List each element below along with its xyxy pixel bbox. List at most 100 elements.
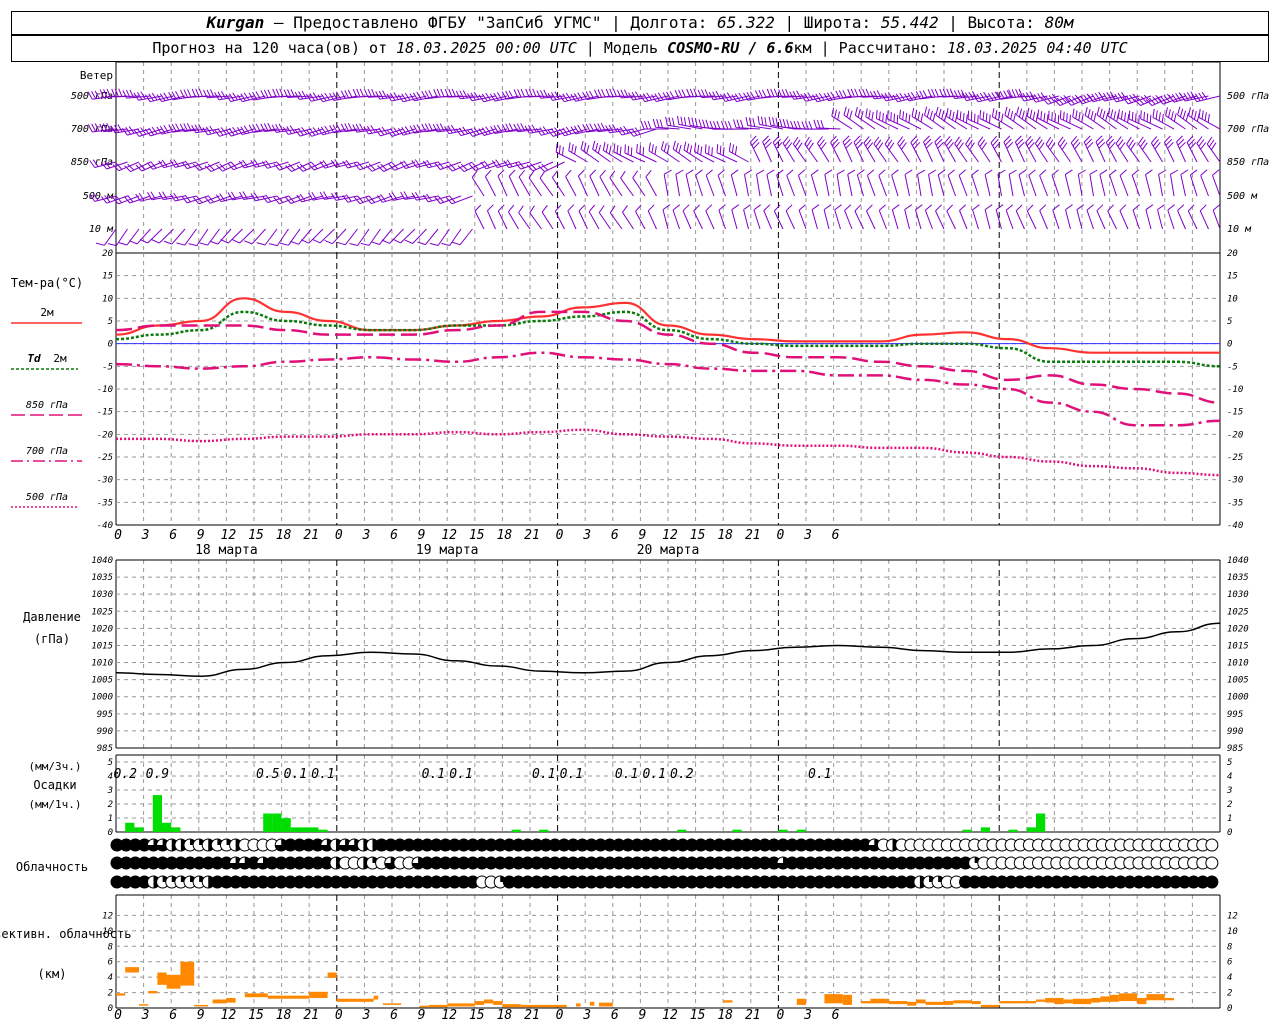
wind-barb [554,204,565,230]
temp-ytick-left: -5 [102,362,113,372]
conv-cloud-bar [194,1004,208,1007]
temp-ytick-left: -40 [97,521,113,531]
pressure-ytick-right: 985 [1227,744,1243,754]
conv-ytick-right: 4 [1227,973,1232,983]
time-tick-label: 18 [276,528,292,543]
wind-barb [541,205,554,230]
time-tick-label: 15 [690,528,706,543]
precip-bar [980,827,990,832]
conv-ytick-left: 8 [108,942,113,952]
precip-bar [290,827,300,832]
conv-cloud-bar [723,1000,733,1003]
wind-barb [662,204,671,230]
wind-barb [1200,169,1209,197]
wind-barb [1026,204,1037,230]
wind-barb [609,205,623,230]
wind-level-label-left: 10 м [89,224,114,235]
wind-barb [324,228,347,245]
wind-barb [176,228,197,246]
wind-barb [371,228,393,245]
wind-barb [847,169,856,197]
wind-barb [1115,136,1129,163]
wind-barb [1150,136,1163,163]
wind-barb [268,228,289,247]
conv-cloud-bar [1164,997,1174,1001]
wind-barb [1105,135,1117,163]
wind-barb [782,136,795,163]
wind-barb [944,135,956,163]
conv-cloud-bar [1017,1001,1036,1004]
wind-barb [135,161,163,172]
time-tick-label: 6 [832,528,840,543]
time-tick-label: 6 [832,1008,840,1023]
precip-ytick-right: 2 [1227,800,1232,810]
wind-barb [891,169,899,197]
wind-barb [1045,136,1060,163]
pressure-ytick-left: 1030 [91,590,113,600]
wind-barb [588,204,600,230]
temp-title: Тем-ра(°C) [11,276,83,290]
conv-cloud-bar [842,994,852,1005]
wind-barb [844,204,853,230]
wind-barb [1145,169,1153,197]
pressure-ytick-left: 1025 [91,607,113,617]
time-tick-label: 21 [745,1008,761,1023]
precip-title: Осадки [33,778,76,792]
wind-barb [705,169,715,197]
wind-barb [797,169,807,197]
pressure-ytick-left: 1020 [91,624,113,634]
wind-barb [749,135,761,163]
time-tick-label: 18 [497,528,513,543]
temp-ytick-right: 20 [1227,249,1238,259]
pressure-ytick-left: 985 [97,744,113,754]
wind-barb [188,228,209,247]
wind-level-label-right: 850 гПа [1227,157,1269,168]
precip-ytick-right: 4 [1227,772,1232,782]
conv-cloud-bar [971,1001,981,1005]
precip-label: 0.1 [284,767,307,782]
cloud-octa-symbol [1205,856,1219,870]
wind-barb [762,135,772,163]
conv-ytick-left: 10 [102,927,113,937]
precip-bar [778,829,788,832]
wind-level-label-left: 850 гПа [71,157,113,168]
wind-barb [1137,136,1152,163]
wind-barb [1057,136,1071,163]
conv-cloud-bar [1054,997,1064,1005]
wind-barb [1167,204,1175,230]
wind-barb [776,169,784,197]
wind-barb [158,159,186,169]
conv-cloud-bar [1100,996,1110,1002]
pressure-ytick-right: 990 [1227,727,1243,737]
pressure-ytick-left: 1000 [91,693,113,703]
precip-bar [281,818,291,832]
precip-ytick-right: 1 [1227,814,1232,824]
precip-bar [1008,829,1018,832]
conv-cloud-bar [1137,997,1147,1005]
wind-barb [730,169,739,197]
precip-unit-1h: (мм/1ч.) [29,798,82,811]
time-tick-label: 0 [556,1008,564,1023]
legend-td-label: Td [27,352,41,365]
pressure-ytick-left: 1010 [91,659,113,669]
wind-barb [884,136,899,163]
pressure-ytick-left: 1040 [91,556,113,566]
wind-barb [209,228,232,245]
day-label: 19 марта [416,543,479,558]
legend-850-label: 850 гПа [26,400,68,411]
time-tick-label: 12 [662,528,678,543]
precip-bar [152,795,162,832]
conv-ytick-right: 0 [1227,1004,1232,1014]
conv-cloud-bar [419,1005,429,1008]
conv-cloud-bar [796,998,806,1005]
temperature-panel: Тем-ра(°C) 20 20 15 15 10 10 5 5 0 0 -5 -5 -10 -10 -15 -… [11,249,1243,531]
conv-cloud-bar [953,1000,972,1004]
wind-barb [589,169,600,197]
conv-cloud-bar [226,997,236,1003]
wind-title: Ветер [80,69,113,82]
precip-bar [796,829,806,832]
conv-cloud-bar [180,961,195,986]
wind-barb [1039,204,1048,230]
precip-ytick-right: 0 [1227,828,1232,838]
time-tick-label: 3 [582,1008,591,1023]
